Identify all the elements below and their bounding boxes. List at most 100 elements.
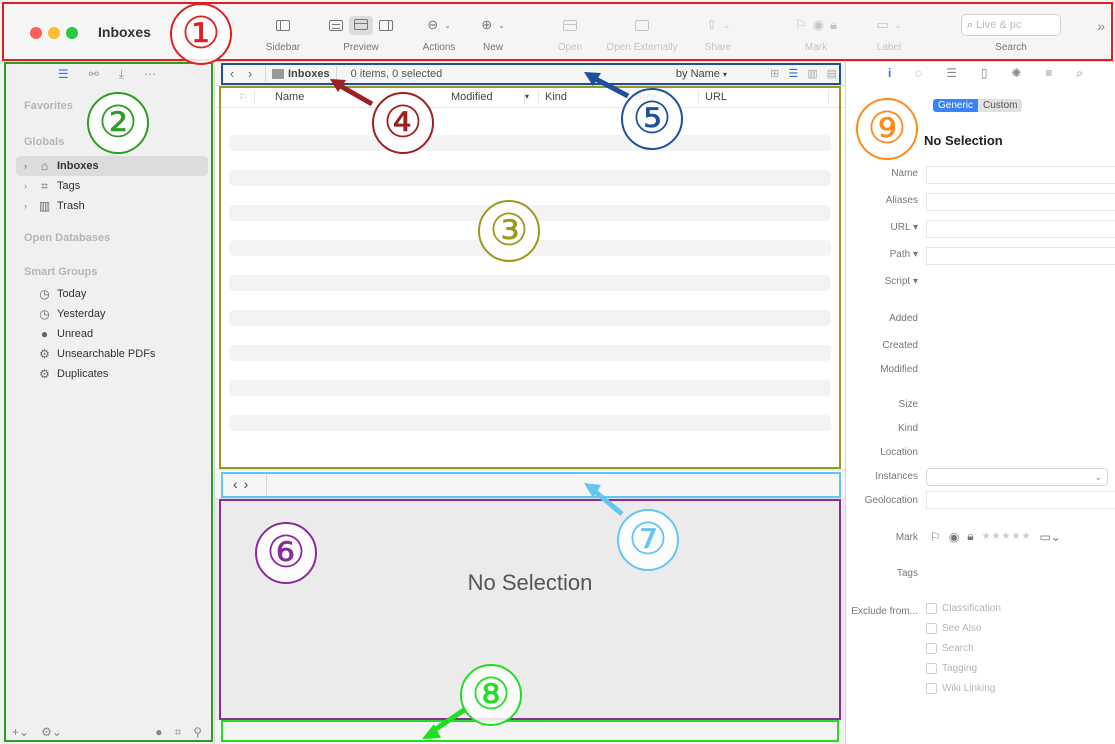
toolbar-share-button[interactable]: ⇧ ⌄ Share [694,14,742,53]
info-tab-icon[interactable]: i [888,66,891,84]
empty-rows [215,108,845,431]
open-databases-section-title: Open Databases [24,232,111,244]
toolbar-preview-control[interactable]: Preview [316,14,406,53]
preview-side-icon[interactable] [379,19,393,31]
search-tab-icon[interactable]: ⌕ [1076,66,1083,84]
sort-dropdown[interactable]: by Name ▾ [676,68,727,80]
label-icon[interactable]: ▭⌄ [1039,530,1060,544]
search-field[interactable]: ⌕ [961,14,1061,36]
column-view-icon[interactable]: ▥ [807,67,817,80]
unread-icon[interactable]: ◉ [813,17,824,33]
sidebar-item-inboxes[interactable]: › ⌂ Inboxes [16,156,208,176]
toolbar-label-button[interactable]: ▭ ⌄ Label [864,14,914,53]
toolbar-open-externally-button[interactable]: Open Externally [596,14,688,53]
path-field[interactable] [926,247,1115,265]
sidebar-item-unsearchable-pdfs[interactable]: ⚙ Unsearchable PDFs [0,344,214,364]
generic-mode-button[interactable]: Generic [933,99,979,112]
instances-dropdown[interactable]: ⌄ [926,468,1108,486]
minimize-window-button[interactable] [48,27,60,39]
tag-filter-icon[interactable]: ⌗ [174,725,181,740]
custom-mode-button[interactable]: Custom [978,99,1023,112]
document-tab-icon[interactable]: ▯ [981,66,988,84]
tags-label: Tags [896,568,918,579]
name-field[interactable] [926,166,1115,184]
empty-row-placeholder [229,345,831,361]
sidebar-item-today[interactable]: ◷ Today [0,284,214,304]
add-menu-icon[interactable]: +⌄ [12,725,29,739]
toolbar-open-button[interactable]: Open [548,14,592,53]
toolbar-overflow-icon[interactable]: » [1097,18,1105,34]
flag-column-icon[interactable]: ⚐ [215,89,255,104]
column-header-kind[interactable]: Kind [539,89,629,104]
disclosure-triangle-icon[interactable]: › [24,201,32,211]
preview-off-icon[interactable] [329,19,343,31]
sidebar-item-label: Today [57,288,87,300]
aliases-field[interactable] [926,193,1115,211]
chevron-down-icon: ⌄ [1094,472,1102,482]
name-label: Name [891,168,918,179]
flag-icon[interactable]: ⚐ [930,530,941,544]
content-tab-icon[interactable]: ☰ [946,66,957,84]
back-arrow-icon[interactable]: ‹ [223,66,241,81]
unread-icon[interactable]: ◉ [949,530,959,544]
column-header-name[interactable]: Name [255,89,395,104]
sidebar-item-unread[interactable]: ● Unread [0,324,214,344]
exclude-classification-checkbox[interactable]: Classification [926,603,1001,614]
icon-view-icon[interactable]: ⊞ [770,67,779,80]
gear-menu-icon[interactable]: ⚙⌄ [41,725,62,739]
sidebar-item-duplicates[interactable]: ⚙ Duplicates [0,364,214,384]
preview-bottom-icon[interactable] [354,18,368,30]
preview-forward-icon[interactable]: › [244,476,249,492]
disclosure-triangle-icon[interactable]: › [24,161,32,171]
sidebar-item-trash[interactable]: › ▥ Trash [0,196,214,216]
lock-icon[interactable]: 🔒︎ [967,529,973,544]
view-mode-buttons: ⊞ ☰ ▥ ▤ [770,67,837,80]
lock-icon[interactable]: 🔒︎ [830,17,837,33]
item-count-status: 0 items, 0 selected [350,67,443,80]
flag-icon[interactable]: ⚐ [795,17,807,33]
exclude-wiki-linking-checkbox[interactable]: Wiki Linking [926,683,995,694]
annotation-number-8: ⑧ [460,664,522,726]
concordance-tab-icon[interactable]: ✺ [1011,66,1021,84]
properties-tab-icon[interactable]: ≡ [1045,66,1052,84]
links-icon[interactable]: ⚯ [89,67,99,84]
exclude-search-checkbox[interactable]: Search [926,643,974,654]
toolbar-preview-label: Preview [343,42,379,53]
pin-icon[interactable]: ⚲ [193,725,202,739]
list-view-mode-icon[interactable]: ☰ [788,67,798,80]
close-window-button[interactable] [30,27,42,39]
rating-stars[interactable]: ★★★★★ [982,531,1032,542]
search-input[interactable] [976,19,1049,31]
toolbar-actions-button[interactable]: ⊖ ⌄ Actions [412,14,466,53]
unread-filter-icon[interactable]: ● [155,725,162,739]
exclude-see-also-checkbox[interactable]: See Also [926,623,981,634]
import-icon[interactable]: ⤓ [119,67,124,84]
preview-back-icon[interactable]: ‹ [233,476,238,492]
sort-direction-icon[interactable]: ▾ [525,89,539,104]
sidebar-tools: ☰ ⚯ ⤓ ⋯ [0,62,214,84]
empty-row-placeholder [229,310,831,326]
disclosure-triangle-icon[interactable]: › [24,181,32,191]
script-label[interactable]: Script ▾ [846,276,918,287]
forward-arrow-icon[interactable]: › [241,66,259,81]
graph-icon[interactable]: ⋯ [144,67,156,84]
split-view-icon[interactable]: ▤ [827,67,837,80]
annotations-tab-icon[interactable]: ◌ [915,66,922,84]
column-header-url[interactable]: URL [699,89,829,104]
geolocation-field[interactable] [926,491,1115,509]
breadcrumb[interactable]: Inboxes [272,68,330,80]
toolbar-mark-control[interactable]: ⚐ ◉ 🔒︎ Mark [776,14,856,53]
list-view-icon[interactable]: ☰ [58,67,69,84]
annotation-number-4: ④ [372,92,434,154]
annotation-number-5: ⑤ [621,88,683,150]
url-field[interactable] [926,220,1115,238]
share-icon: ⇧ [706,17,718,32]
zoom-window-button[interactable] [66,27,78,39]
toolbar-new-button[interactable]: ⊕ ⌄ New [468,14,518,53]
sidebar-item-yesterday[interactable]: ◷ Yesterday [0,304,214,324]
sidebar-item-tags[interactable]: › ⌗ Tags [0,176,214,196]
exclude-tagging-checkbox[interactable]: Tagging [926,663,977,674]
preview-empty-message: No Selection [467,570,593,595]
document-list[interactable]: ⚐ Name Modified ▾ Kind Size URL [215,86,845,469]
toolbar-sidebar-button[interactable]: Sidebar [258,14,308,53]
